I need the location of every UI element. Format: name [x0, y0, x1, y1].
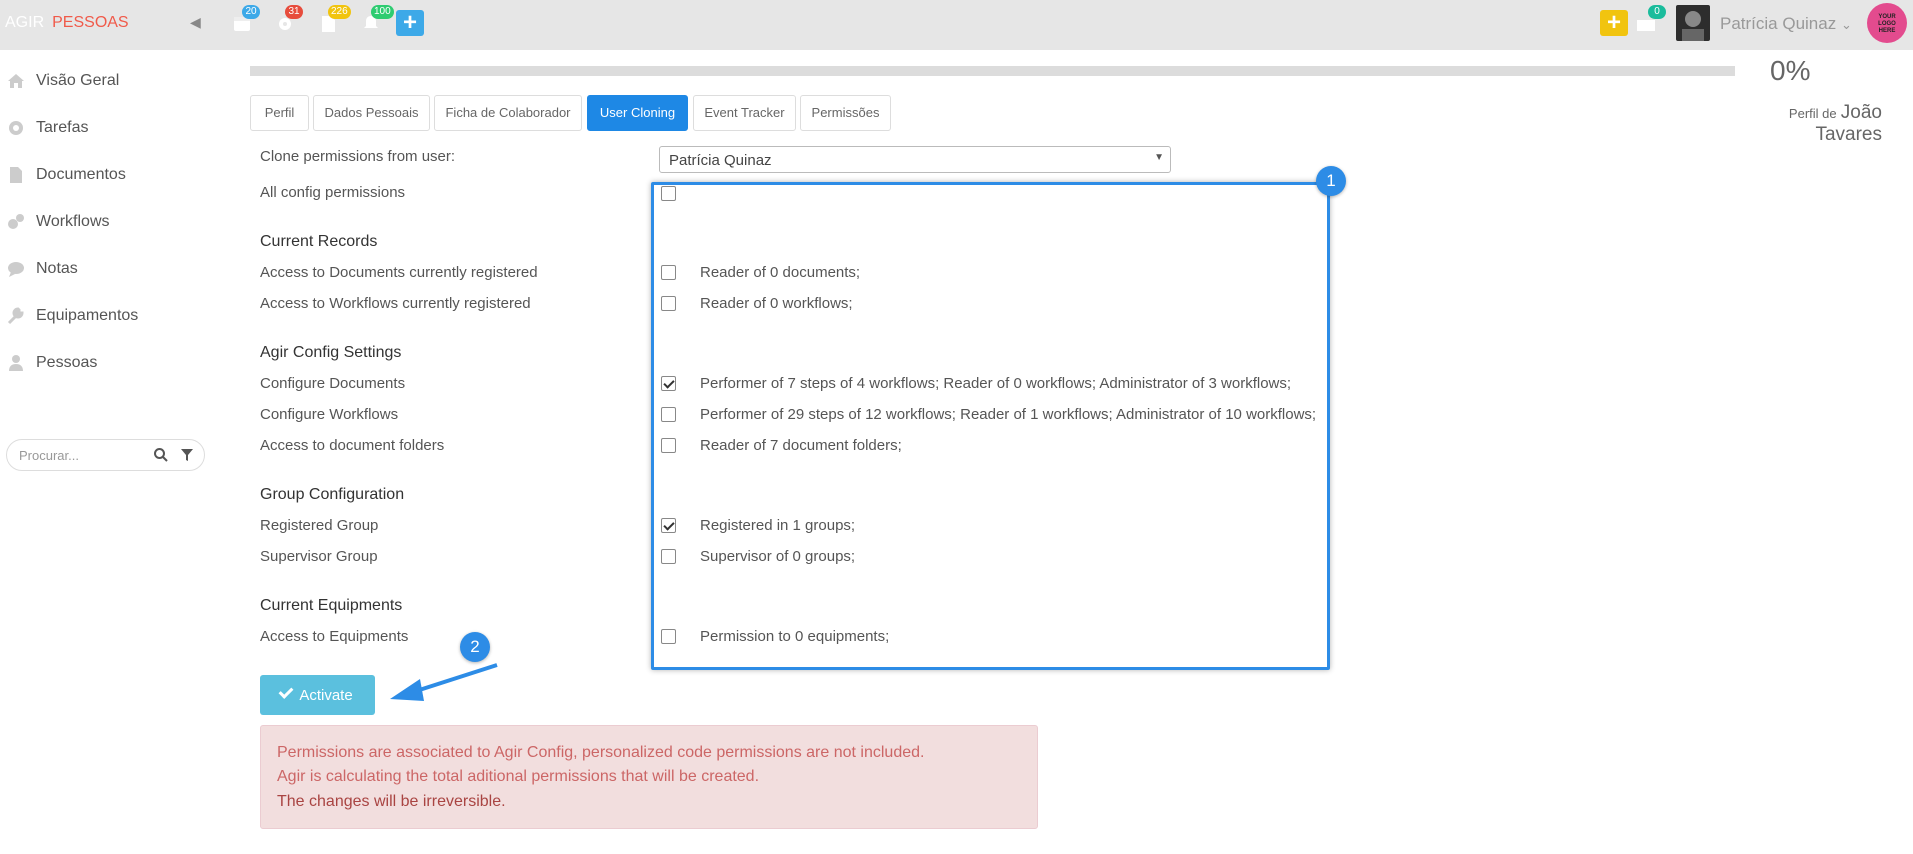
sidebar-item-visao-geral[interactable]: Visão Geral: [0, 67, 215, 97]
document-icon: [10, 167, 22, 183]
tab-ficha-colaborador[interactable]: Ficha de Colaborador: [434, 95, 582, 131]
annotation-highlight-box: [651, 182, 1330, 670]
notifications-button[interactable]: 100: [361, 5, 394, 38]
sidebar-item-equipamentos[interactable]: Equipamentos: [0, 302, 215, 332]
chevron-down-icon: ⌄: [1840, 17, 1852, 32]
tab-user-cloning[interactable]: User Cloning: [587, 95, 688, 131]
messages-button[interactable]: 0: [1636, 5, 1666, 38]
sidebar-item-documentos[interactable]: Documentos: [0, 161, 215, 191]
username: Patrícia Quinaz: [1720, 14, 1837, 33]
collapse-sidebar-icon[interactable]: ◀: [190, 14, 201, 31]
quick-add-button[interactable]: +: [396, 10, 424, 36]
sidebar-item-tarefas[interactable]: Tarefas: [0, 114, 215, 144]
profile-prefix: Perfil de: [1788, 106, 1837, 121]
tab-permissoes[interactable]: Permissões: [800, 95, 891, 131]
row-label: Access to document folders: [260, 437, 445, 454]
user-icon: [9, 355, 23, 371]
tab-dados-pessoais[interactable]: Dados Pessoais: [313, 95, 430, 131]
tab-perfil[interactable]: Perfil: [250, 95, 309, 131]
search-icon[interactable]: [153, 447, 169, 463]
brand-agir: AGIR: [5, 14, 45, 31]
tab-event-tracker[interactable]: Event Tracker: [693, 95, 796, 131]
messages-badge: 0: [1648, 5, 1666, 19]
sidebar-item-label: Visão Geral: [36, 72, 120, 89]
notifications-badge: 100: [371, 5, 394, 19]
clone-from-label: Clone permissions from user:: [260, 148, 456, 165]
sidebar-item-label: Workflows: [36, 213, 110, 230]
wrench-icon: [7, 307, 24, 325]
user-menu[interactable]: Patrícia Quinaz ⌄: [1720, 14, 1852, 34]
sidebar-item-workflows[interactable]: Workflows: [0, 208, 215, 238]
sidebar-item-label: Tarefas: [36, 119, 89, 136]
filter-icon[interactable]: [180, 447, 194, 463]
section-current-equipments: Current Equipments: [260, 597, 403, 614]
sidebar-item-label: Equipamentos: [36, 307, 139, 324]
progress-percent: 0%: [1770, 55, 1811, 86]
caret-down-icon: ▼: [1154, 152, 1164, 163]
row-label: Supervisor Group: [260, 548, 378, 565]
avatar[interactable]: [1676, 5, 1710, 41]
gears-icon: [8, 214, 24, 229]
company-logo: YOUR LOGO HERE: [1867, 3, 1907, 43]
settings-button[interactable]: 31: [275, 5, 303, 38]
documents-badge: 226: [328, 5, 351, 19]
section-group-config: Group Configuration: [260, 486, 405, 503]
sidebar-item-label: Notas: [36, 260, 78, 277]
brand-logo[interactable]: AGIR PESSOAS: [5, 14, 129, 32]
row-label: Access to Equipments: [260, 628, 409, 645]
add-button[interactable]: +: [1600, 10, 1628, 36]
settings-badge: 31: [285, 5, 303, 19]
sidebar-item-label: Documentos: [36, 166, 126, 183]
sidebar-item-pessoas[interactable]: Pessoas: [0, 349, 215, 379]
section-current-records: Current Records: [260, 233, 378, 250]
sidebar-item-notas[interactable]: Notas: [0, 255, 215, 285]
row-label: Access to Documents currently registered: [260, 264, 538, 281]
calendar-button[interactable]: 20: [232, 5, 260, 38]
annotation-arrow-icon: [390, 663, 498, 701]
plus-icon: +: [402, 9, 417, 36]
activate-button[interactable]: Activate: [260, 675, 375, 715]
warning-alert: Permissions are associated to Agir Confi…: [260, 725, 1038, 829]
chat-icon: [8, 262, 24, 277]
sidebar-item-label: Pessoas: [36, 354, 98, 371]
alert-line: Permissions are associated to Agir Confi…: [277, 744, 925, 761]
sidebar-search[interactable]: Procurar...: [6, 439, 205, 471]
clone-from-select[interactable]: Patrícia Quinaz ▼: [659, 146, 1171, 173]
plus-icon: +: [1606, 9, 1621, 36]
avatar-image: [1682, 11, 1704, 41]
search-input[interactable]: Procurar...: [19, 448, 79, 463]
check-icon: [278, 684, 294, 699]
alert-line: Agir is calculating the total aditional …: [277, 768, 760, 785]
top-bar: AGIR PESSOAS ◀ 20 31 226 100 + + 0 Patríc…: [0, 0, 1913, 50]
calendar-badge: 20: [242, 5, 260, 19]
section-agir-config: Agir Config Settings: [260, 344, 402, 361]
all-config-label: All config permissions: [260, 184, 406, 201]
row-label: Access to Workflows currently registered: [260, 295, 531, 312]
brand-pessoas: PESSOAS: [52, 14, 129, 31]
gear-icon: [9, 121, 23, 135]
profile-owner: Perfil de João Tavares: [1730, 102, 1882, 146]
clone-from-value: Patrícia Quinaz: [669, 152, 772, 169]
profile-progress-bar: [250, 66, 1735, 76]
alert-line-strong: The changes will be irreversible.: [277, 793, 506, 810]
home-icon: [8, 74, 24, 88]
activate-label: Activate: [299, 687, 353, 704]
row-label: Configure Workflows: [260, 406, 399, 423]
row-label: Registered Group: [260, 517, 379, 534]
annotation-marker-1: 1: [1316, 166, 1346, 196]
row-label: Configure Documents: [260, 375, 406, 392]
documents-button[interactable]: 226: [318, 5, 351, 38]
